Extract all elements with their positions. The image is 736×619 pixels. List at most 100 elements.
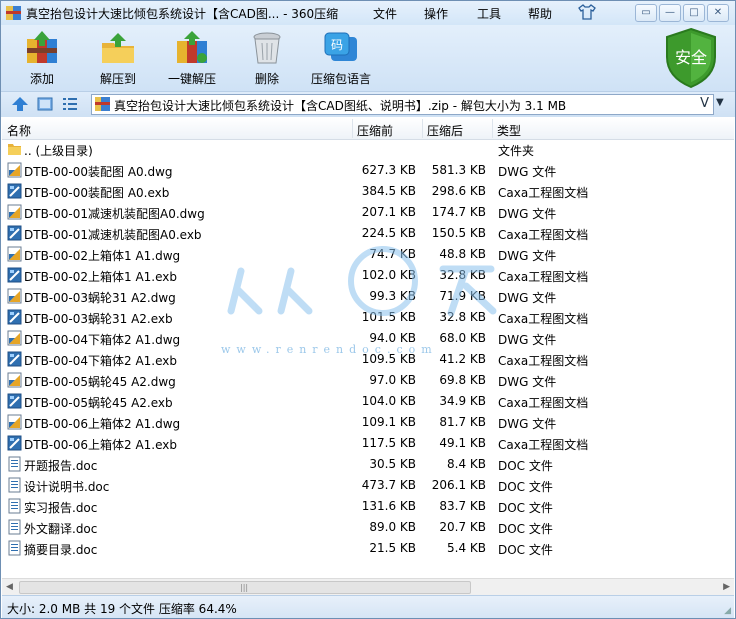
file-name: .. (上级目录) [24,144,93,158]
file-row[interactable]: 实习报告.doc 131.6 KB 83.7 KB DOC 文件 [2,496,734,517]
file-size-before: 102.0 KB [361,268,416,282]
file-type: DOC 文件 [498,501,553,515]
file-row[interactable]: DTB-00-05蜗轮45 A2.exb 104.0 KB 34.9 KB Caxa工… [2,391,734,412]
exb-file-icon [7,393,22,409]
file-size-after: 581.3 KB [431,163,486,177]
title-bar[interactable]: 真空抬包设计大速比倾包系统设计【含CAD图... - 360压缩 文件 操作 工… [1,1,735,25]
up-arrow-icon[interactable] [11,96,29,112]
minimize-icon[interactable]: — [659,4,681,22]
close-icon[interactable]: ✕ [707,4,729,22]
file-name: 外文翻译.doc [24,522,98,536]
file-name: DTB-00-01减速机装配图A0.dwg [24,207,205,221]
column-header-name[interactable]: 名称 [7,122,31,139]
archive-language-button[interactable]: 码 压缩包语言 [304,31,378,87]
dwg-file-icon [7,246,22,262]
address-field[interactable]: 真空抬包设计大速比倾包系统设计【含CAD图纸、说明书】.zip - 解包大小为 … [91,94,714,115]
file-name: 开题报告.doc [24,459,98,473]
menu-tools[interactable]: 工具 [477,5,501,22]
security-shield-icon[interactable]: 安全 [663,27,719,89]
file-row[interactable]: DTB-00-01减速机装配图A0.exb 224.5 KB 150.5 KB Cax… [2,223,734,244]
column-divider[interactable] [352,119,353,138]
file-size-before: 384.5 KB [361,184,416,198]
scrollbar-thumb[interactable]: ||| [19,581,471,594]
file-type: Caxa工程图文档 [498,186,589,200]
status-bar: 大小: 2.0 MB 共 19 个文件 压缩率 64.4% ◢ [2,595,734,618]
file-row[interactable]: DTB-00-00装配图 A0.exb 384.5 KB 298.6 KB Caxa工… [2,181,734,202]
add-icon [27,31,57,63]
file-size-before: 99.3 KB [369,289,416,303]
file-name: DTB-00-06上箱体2 A1.dwg [24,417,181,431]
delete-button[interactable]: 删除 [236,31,298,87]
column-divider[interactable] [492,119,493,138]
menu-icon[interactable]: ▭ [635,4,657,22]
extract-to-button[interactable]: 解压到 [87,31,149,87]
svg-text:码: 码 [331,38,343,52]
dwg-file-icon [7,330,22,346]
horizontal-scrollbar[interactable]: ◀ ||| ▶ [2,578,734,595]
file-row[interactable]: 设计说明书.doc 473.7 KB 206.1 KB DOC 文件 [2,475,734,496]
file-row[interactable]: DTB-00-05蜗轮45 A2.dwg 97.0 KB 69.8 KB DWG 文件 [2,370,734,391]
dwg-file-icon [7,162,22,178]
dwg-file-icon [7,372,22,388]
file-list-header: 名称 压缩前 压缩后 类型 [2,118,734,140]
column-header-compressed-before[interactable]: 压缩前 [357,122,393,139]
file-name: DTB-00-02上箱体1 A1.exb [24,270,178,284]
file-row[interactable]: .. (上级目录) 文件夹 [2,139,734,160]
file-size-after: 41.2 KB [439,352,486,366]
file-row[interactable]: DTB-00-03蜗轮31 A2.dwg 99.3 KB 71.9 KB DWG 文件 [2,286,734,307]
add-button[interactable]: 添加 [11,31,73,87]
menu-file[interactable]: 文件 [373,5,397,22]
menu-help[interactable]: 帮助 [528,5,552,22]
column-header-compressed-after[interactable]: 压缩后 [427,122,463,139]
file-size-after: 34.9 KB [439,394,486,408]
toolbar: 添加 解压到 一键解压 删除 码 压缩包语言 安全 [1,25,735,91]
thumbnail-view-icon[interactable] [37,96,53,112]
file-row[interactable]: 摘要目录.doc 21.5 KB 5.4 KB DOC 文件 [2,538,734,559]
file-name: DTB-00-03蜗轮31 A2.exb [24,312,173,326]
doc-file-icon [8,477,21,493]
file-name: DTB-00-02上箱体1 A1.dwg [24,249,181,263]
file-type: Caxa工程图文档 [498,270,589,284]
file-row[interactable]: DTB-00-06上箱体2 A1.exb 117.5 KB 49.1 KB Caxa工… [2,433,734,454]
file-row[interactable]: DTB-00-01减速机装配图A0.dwg 207.1 KB 174.7 KB DWG… [2,202,734,223]
file-type: Caxa工程图文档 [498,312,589,326]
resize-grip-icon[interactable]: ◢ [724,606,731,616]
file-row[interactable]: DTB-00-02上箱体1 A1.dwg 74.7 KB 48.8 KB DWG 文件 [2,244,734,265]
maximize-icon[interactable]: □ [683,4,705,22]
address-bar: 真空抬包设计大速比倾包系统设计【含CAD图纸、说明书】.zip - 解包大小为 … [1,91,735,117]
file-name: 设计说明书.doc [24,480,110,494]
file-row[interactable]: DTB-00-00装配图 A0.dwg 627.3 KB 581.3 KB DWG 文… [2,160,734,181]
file-size-after: 83.7 KB [439,499,486,513]
trash-icon [253,32,281,64]
file-size-after: 150.5 KB [431,226,486,240]
file-size-before: 89.0 KB [369,520,416,534]
file-row[interactable]: DTB-00-03蜗轮31 A2.exb 101.5 KB 32.8 KB Caxa工… [2,307,734,328]
exb-file-icon [7,351,22,367]
exb-file-icon [7,309,22,325]
file-size-after: 32.8 KB [439,268,486,282]
address-dropdown-chevron[interactable]: V [700,96,709,111]
list-view-icon[interactable] [62,96,78,112]
chevron-down-icon[interactable]: ▼ [716,97,724,108]
shirt-icon[interactable] [578,4,596,20]
file-row[interactable]: DTB-00-04下箱体2 A1.exb 109.5 KB 41.2 KB Caxa工… [2,349,734,370]
file-type: DWG 文件 [498,165,557,179]
doc-file-icon [8,519,21,535]
scroll-right-icon[interactable]: ▶ [723,582,730,592]
file-type: Caxa工程图文档 [498,354,589,368]
one-click-extract-button[interactable]: 一键解压 [161,31,223,87]
menu-operate[interactable]: 操作 [424,5,448,22]
file-row[interactable]: DTB-00-04下箱体2 A1.dwg 94.0 KB 68.0 KB DWG 文件 [2,328,734,349]
file-size-after: 69.8 KB [439,373,486,387]
file-size-before: 473.7 KB [361,478,416,492]
file-row[interactable]: 开题报告.doc 30.5 KB 8.4 KB DOC 文件 [2,454,734,475]
column-divider[interactable] [422,119,423,138]
exb-file-icon [7,267,22,283]
file-row[interactable]: 外文翻译.doc 89.0 KB 20.7 KB DOC 文件 [2,517,734,538]
file-row[interactable]: DTB-00-06上箱体2 A1.dwg 109.1 KB 81.7 KB DWG 文… [2,412,734,433]
status-text: 大小: 2.0 MB 共 19 个文件 压缩率 64.4% [7,602,237,616]
file-row[interactable]: DTB-00-02上箱体1 A1.exb 102.0 KB 32.8 KB Caxa工… [2,265,734,286]
scroll-left-icon[interactable]: ◀ [6,582,13,592]
file-size-before: 104.0 KB [361,394,416,408]
column-header-type[interactable]: 类型 [497,122,521,139]
